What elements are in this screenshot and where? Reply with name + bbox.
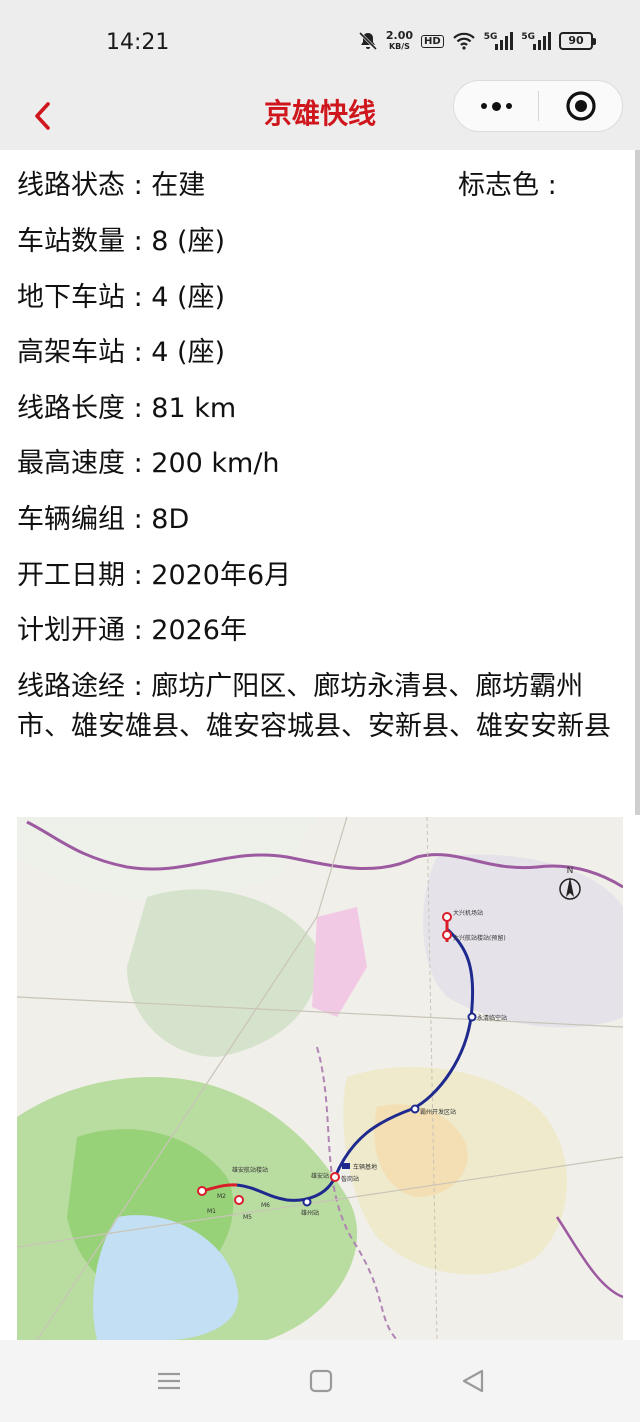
- line-length: 线路长度 : 81 km: [17, 393, 237, 424]
- max-speed: 最高速度 : 200 km/h: [17, 448, 280, 479]
- signal-1-label: 5G: [483, 32, 498, 42]
- station-label: M1: [207, 1208, 216, 1215]
- signal-2-icon: 5G: [521, 32, 551, 50]
- train-formation: 车辆编组 : 8D: [17, 504, 190, 535]
- mute-icon: [358, 31, 377, 51]
- scrollbar[interactable]: [635, 150, 640, 815]
- compass-label: N: [567, 866, 574, 876]
- station-label: 昝岗站: [341, 1175, 359, 1183]
- station-label: 车辆基地: [353, 1163, 377, 1171]
- station-label: 雄安站: [311, 1172, 329, 1180]
- route-counties: 线路途经 : 廊坊广阳区、廊坊永清县、廊坊霸州市、雄安雄县、雄安容城县、安新县、…: [17, 671, 611, 742]
- status-bar: 14:21 2.00 KB/S HD 5G 5G 90: [0, 0, 640, 84]
- elevated-stations: 高架车站 : 4 (座): [17, 337, 226, 368]
- menu-icon[interactable]: [154, 1366, 184, 1396]
- station-label: 大兴航站楼站(预留): [453, 934, 506, 942]
- station-label: M2: [217, 1193, 226, 1200]
- line-route-map: N 大兴机场站 大兴航站楼站(预留) 永清临空站 霸州开发区站 车辆基地 雄安站…: [17, 817, 623, 1340]
- planned-opening: 计划开通 : 2026年: [17, 615, 247, 646]
- construction-start: 开工日期 : 2020年6月: [17, 560, 292, 591]
- wifi-icon: [452, 32, 475, 50]
- title-bar: 京雄快线: [0, 80, 640, 150]
- back-nav-icon[interactable]: [458, 1366, 488, 1396]
- logo-color-label: 标志色 :: [458, 170, 557, 201]
- station-count: 车站数量 : 8 (座): [17, 226, 226, 257]
- network-speed-value: 2.00: [385, 29, 414, 42]
- station-label: 雄安航站楼站: [232, 1166, 268, 1174]
- station-label: 雄州站: [301, 1209, 319, 1217]
- hd-badge: HD: [421, 34, 444, 48]
- miniprogram-capsule: [453, 80, 623, 132]
- station-label: 大兴机场站: [453, 909, 483, 917]
- system-nav-bar: [0, 1340, 640, 1422]
- more-icon[interactable]: [454, 81, 538, 131]
- underground-stations: 地下车站 : 4 (座): [17, 282, 226, 313]
- status-icons: 2.00 KB/S HD 5G 5G 90: [358, 30, 596, 52]
- station-label: M6: [261, 1202, 270, 1209]
- home-icon[interactable]: [306, 1366, 336, 1396]
- line-status: 线路状态 : 在建: [17, 170, 206, 201]
- battery-icon: 90: [559, 32, 596, 50]
- signal-2-label: 5G: [521, 32, 535, 42]
- station-label: 永清临空站: [477, 1014, 507, 1022]
- network-speed: 2.00 KB/S: [386, 30, 413, 52]
- battery-level: 90: [559, 32, 593, 50]
- status-time: 14:21: [106, 30, 170, 55]
- station-label: M5: [243, 1214, 252, 1221]
- signal-1-icon: 5G: [484, 32, 514, 50]
- close-miniprogram-icon[interactable]: [539, 90, 622, 122]
- network-speed-unit: KB/S: [388, 42, 410, 51]
- station-label: 霸州开发区站: [420, 1108, 456, 1116]
